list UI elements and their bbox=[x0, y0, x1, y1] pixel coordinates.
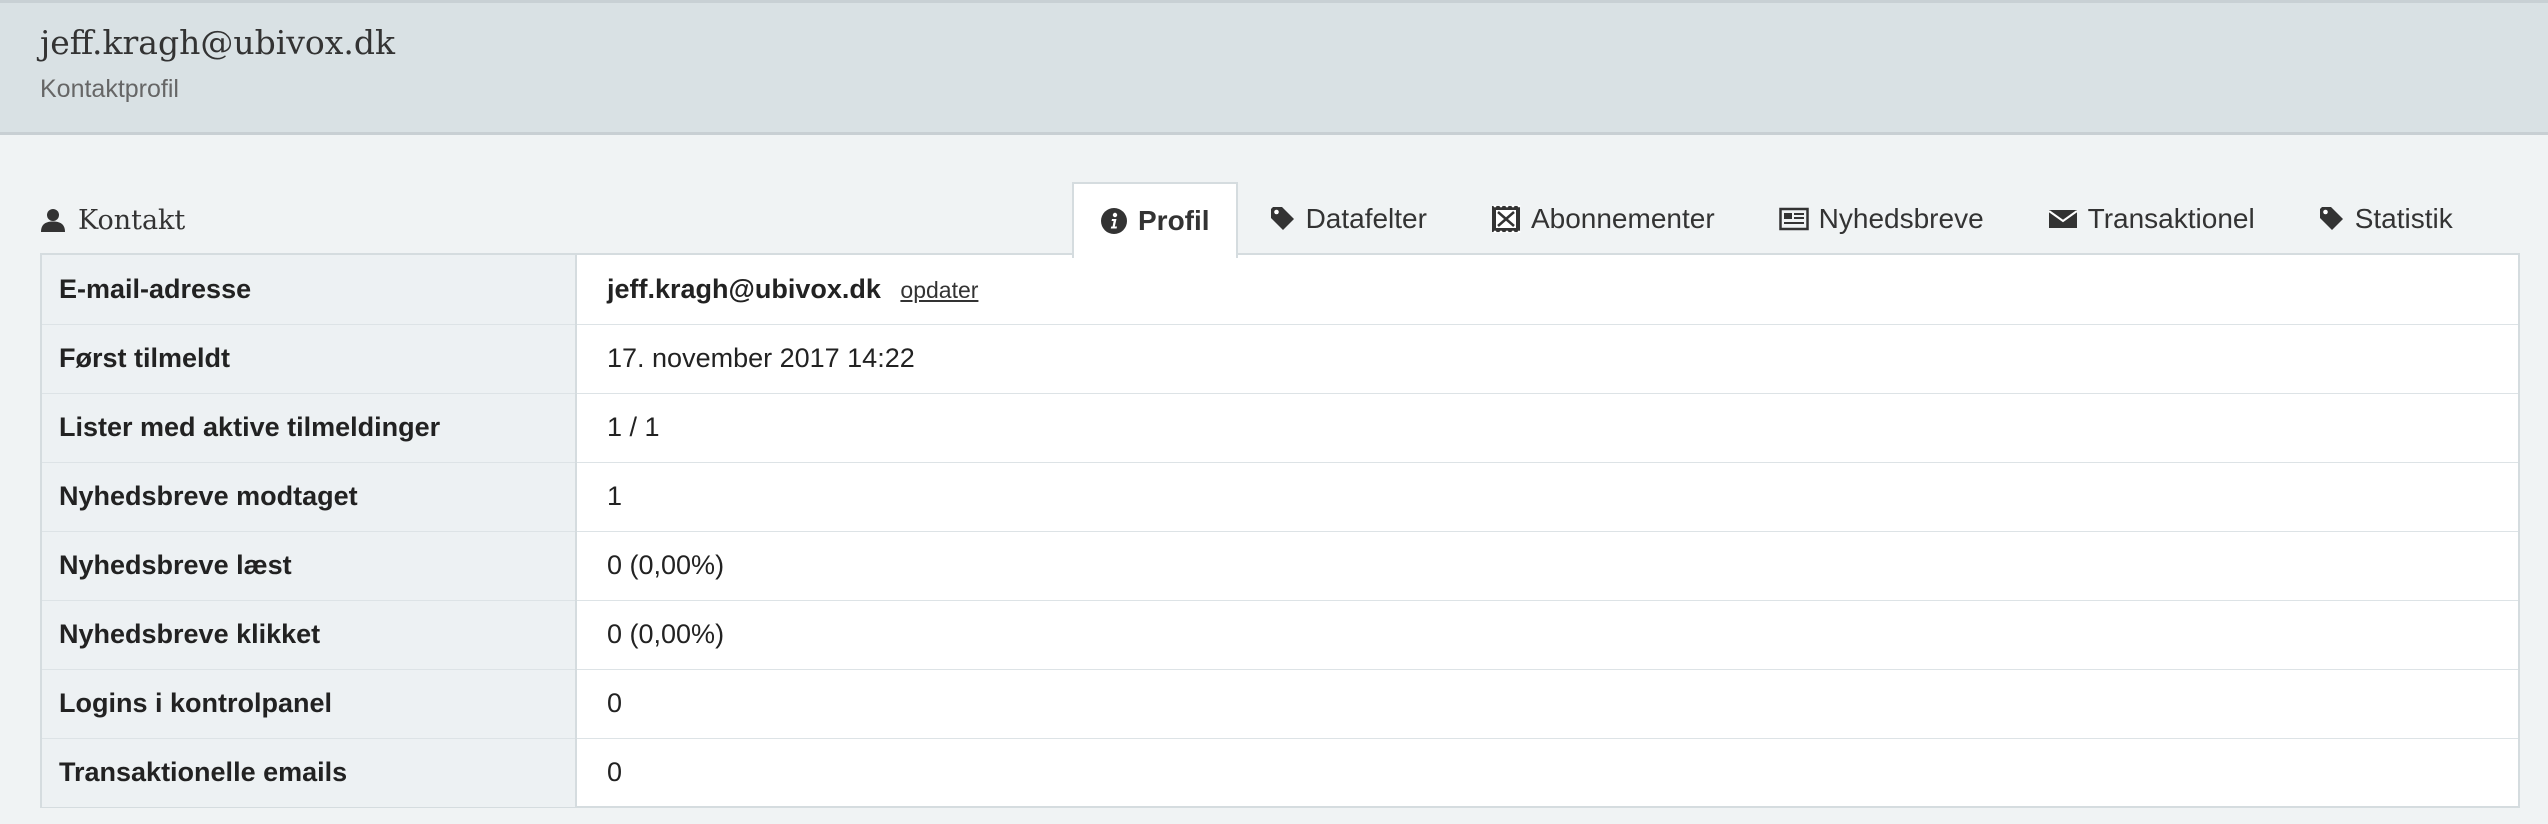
profile-tabs: Profil Datafelter Abonnementer Nyhedsbre… bbox=[1072, 182, 2485, 258]
row-label: Nyhedsbreve modtaget bbox=[42, 462, 577, 532]
stamp-icon bbox=[1491, 205, 1521, 233]
row-value: 17. november 2017 14:22 bbox=[576, 324, 2518, 394]
page-header: jeff.kragh@ubivox.dk Kontaktprofil bbox=[0, 0, 2548, 135]
row-value: 1 / 1 bbox=[576, 393, 2518, 463]
envelope-icon bbox=[2048, 207, 2078, 231]
tag-icon bbox=[2319, 205, 2345, 233]
row-value: 0 bbox=[607, 757, 623, 788]
tab-nyhedsbreve[interactable]: Nyhedsbreve bbox=[1747, 182, 2016, 256]
profile-panel: E-mail-adresse jeff.kragh@ubivox.dk opda… bbox=[40, 253, 2520, 808]
tab-datafelter[interactable]: Datafelter bbox=[1238, 182, 1459, 256]
section-title: Kontakt bbox=[40, 200, 185, 240]
row-value: jeff.kragh@ubivox.dk opdater bbox=[576, 255, 2518, 325]
tag-icon bbox=[1270, 205, 1296, 233]
table-row: E-mail-adresse jeff.kragh@ubivox.dk opda… bbox=[42, 255, 2518, 325]
table-row: Nyhedsbreve klikket 0 (0,00%) bbox=[42, 600, 2518, 670]
table-row: Nyhedsbreve læst 0 (0,00%) bbox=[42, 531, 2518, 601]
row-label: Nyhedsbreve læst bbox=[42, 531, 577, 601]
email-value: jeff.kragh@ubivox.dk bbox=[607, 273, 881, 304]
page-title: jeff.kragh@ubivox.dk bbox=[40, 23, 396, 62]
tab-label: Transaktionel bbox=[2087, 203, 2255, 234]
row-label: Logins i kontrolpanel bbox=[42, 669, 577, 739]
page-subtitle: Kontaktprofil bbox=[40, 75, 179, 103]
update-email-link[interactable]: opdater bbox=[900, 277, 978, 303]
row-value: 0 (0,00%) bbox=[576, 531, 2518, 601]
row-label: Først tilmeldt bbox=[42, 324, 577, 394]
row-label: E-mail-adresse bbox=[42, 255, 577, 325]
table-row: Logins i kontrolpanel 0 bbox=[42, 669, 2518, 739]
user-icon bbox=[40, 207, 66, 233]
profile-table: E-mail-adresse jeff.kragh@ubivox.dk opda… bbox=[42, 255, 2518, 807]
newspaper-icon bbox=[1778, 206, 1809, 232]
table-row: Lister med aktive tilmeldinger 1 / 1 bbox=[42, 393, 2518, 463]
table-row: Først tilmeldt 17. november 2017 14:22 bbox=[42, 324, 2518, 394]
tab-label: Datafelter bbox=[1305, 203, 1427, 234]
tab-profil[interactable]: Profil bbox=[1072, 182, 1238, 258]
table-row: Transaktionelle emails 0 bbox=[42, 738, 2518, 807]
tab-label: Statistik bbox=[2354, 203, 2453, 234]
row-value: 1 bbox=[576, 462, 2518, 532]
tab-label: Nyhedsbreve bbox=[1818, 203, 1984, 234]
section-title-label: Kontakt bbox=[78, 204, 186, 236]
tab-statistik[interactable]: Statistik bbox=[2287, 182, 2485, 256]
row-value: 0 bbox=[576, 669, 2518, 739]
row-label: Lister med aktive tilmeldinger bbox=[42, 393, 577, 463]
row-label: Nyhedsbreve klikket bbox=[42, 600, 577, 670]
row-value: 0 (0,00%) bbox=[576, 600, 2518, 670]
info-circle-icon bbox=[1100, 207, 1128, 235]
tab-transaktionel[interactable]: Transaktionel bbox=[2016, 182, 2287, 256]
tab-label: Profil bbox=[1138, 205, 1210, 236]
tab-label: Abonnementer bbox=[1530, 203, 1715, 234]
table-row: Nyhedsbreve modtaget 1 bbox=[42, 462, 2518, 532]
tab-abonnementer[interactable]: Abonnementer bbox=[1459, 182, 1747, 256]
row-label: Transaktionelle emails bbox=[42, 738, 577, 807]
